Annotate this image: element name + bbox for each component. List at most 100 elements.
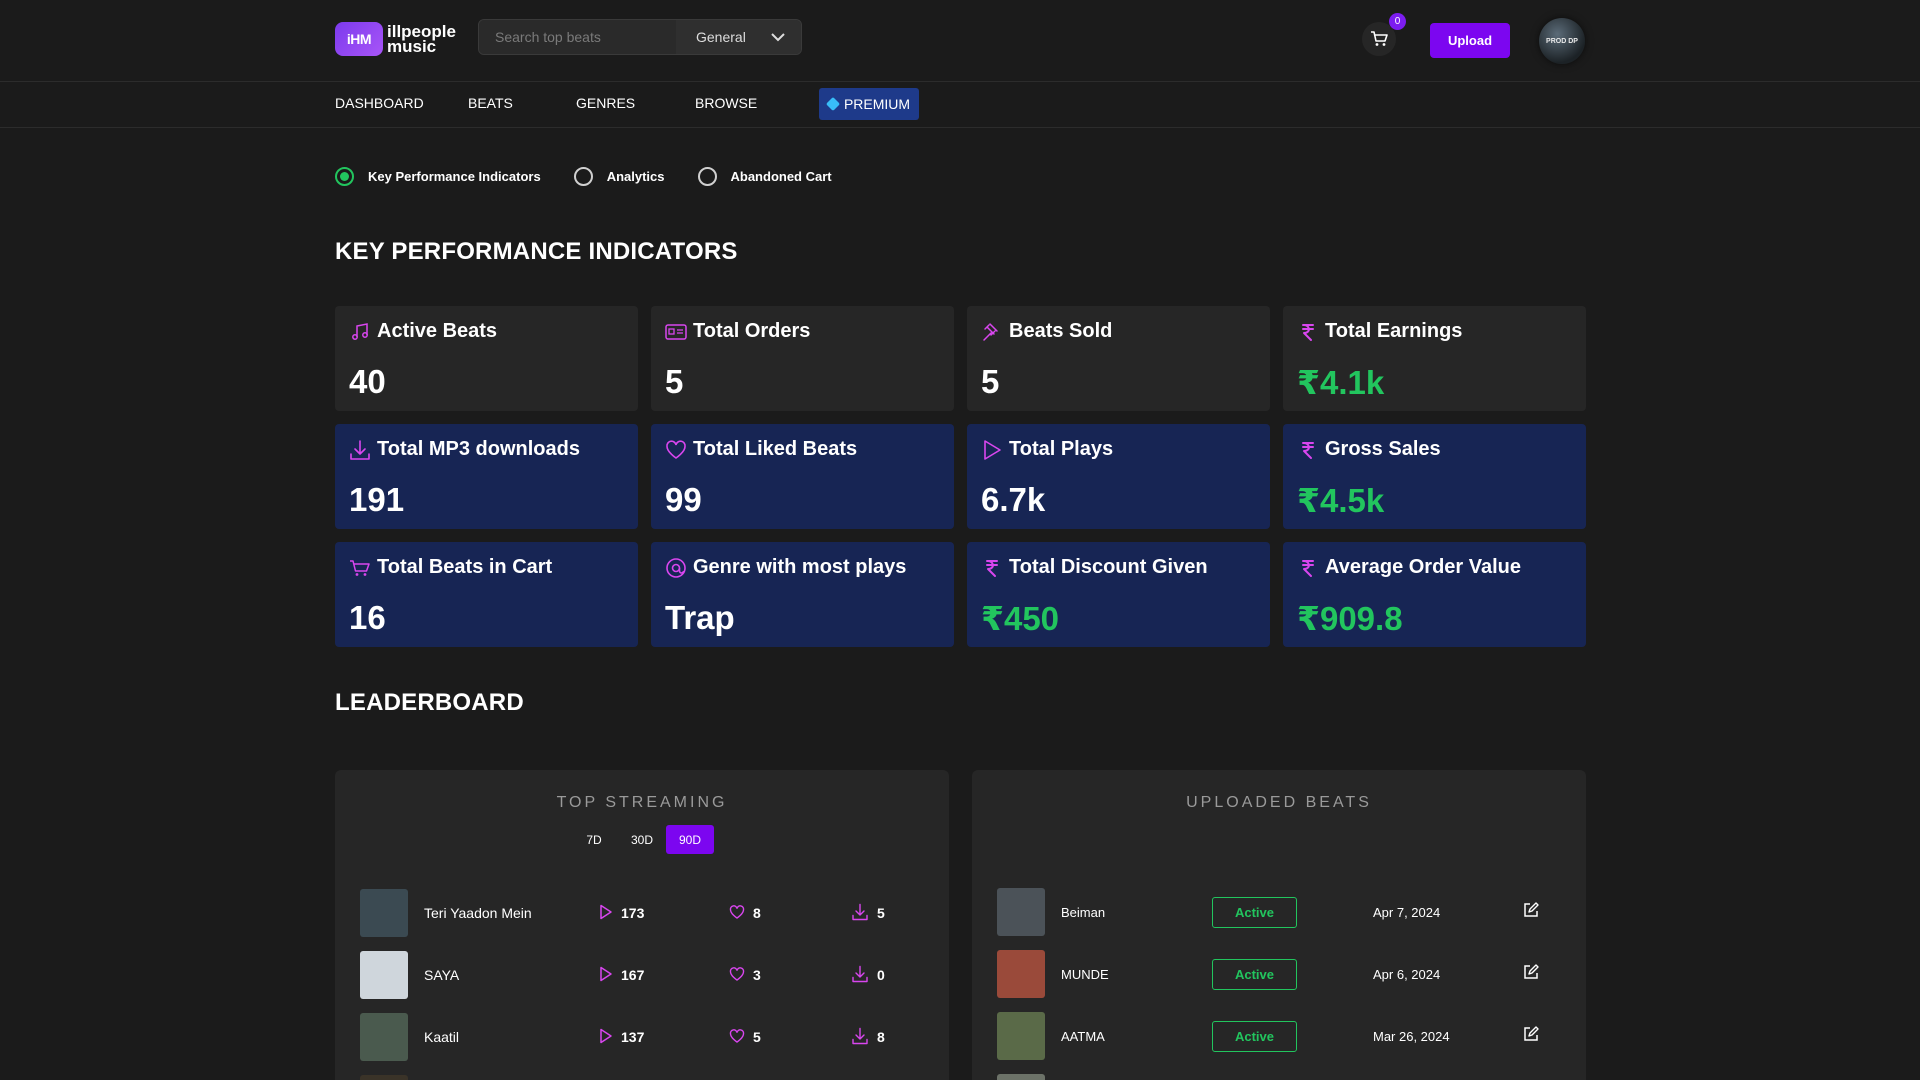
- upload-button[interactable]: Upload: [1430, 23, 1510, 58]
- kpi-value: 16: [349, 599, 386, 636]
- nav-item-genres[interactable]: GENRES: [576, 95, 635, 111]
- kpi-card: Total Liked Beats 99: [651, 424, 954, 529]
- kpi-value: 6.7k: [981, 481, 1046, 518]
- uploaded-beat-row[interactable]: AATMA Active Mar 26, 2024: [997, 1011, 1561, 1061]
- rupee-icon: [1297, 321, 1319, 343]
- nav-item-dashboard[interactable]: DASHBOARD: [335, 95, 424, 111]
- nav-item-beats[interactable]: BEATS: [468, 95, 513, 111]
- genre-dropdown[interactable]: General: [676, 20, 801, 54]
- kpi-card: Average Order Value ₹909.8: [1283, 542, 1586, 647]
- radio-label: Key Performance Indicators: [368, 169, 541, 184]
- status-badge: Active: [1212, 1020, 1297, 1052]
- streaming-row[interactable]: Teri Yaadon Mein 173 8 5: [360, 888, 924, 938]
- range-tab-30d[interactable]: 30D: [618, 825, 666, 854]
- beat-thumbnail: [997, 1012, 1045, 1060]
- heart-icon: [729, 904, 753, 922]
- kpi-header: Total Orders: [665, 320, 940, 343]
- kpi-value: ₹4.1k: [1297, 364, 1385, 401]
- status-badge: Active: [1212, 958, 1297, 990]
- uploaded-beat-row[interactable]: Sarvasva Active Mar 20, 2024: [997, 1073, 1561, 1080]
- kpi-header: Total Beats in Cart: [349, 556, 624, 579]
- range-tab-90d[interactable]: 90D: [666, 825, 714, 854]
- radio-circle: [697, 167, 717, 186]
- streaming-row[interactable]: GAS 125 3 0: [360, 1074, 924, 1080]
- edit-icon[interactable]: [1523, 901, 1539, 923]
- logo-line-2: music: [387, 37, 437, 56]
- kpi-label: Total Liked Beats: [693, 438, 858, 460]
- track-name: Teri Yaadon Mein: [424, 905, 532, 921]
- kpi-label: Beats Sold: [1009, 320, 1113, 342]
- play-count: 137: [599, 1028, 729, 1047]
- radio-abandoned-cart[interactable]: Abandoned Cart: [697, 167, 832, 186]
- kpi-header: Total Plays: [981, 438, 1256, 461]
- kpi-header: Total Discount Given: [981, 556, 1256, 579]
- kpi-value: 5: [665, 363, 684, 400]
- nav-item-browse[interactable]: BROWSE: [695, 95, 757, 111]
- kpi-header: Gross Sales: [1297, 438, 1572, 461]
- view-selector: Key Performance Indicators Analytics Aba…: [335, 167, 865, 186]
- kpi-card: Genre with most plays Trap: [651, 542, 954, 647]
- music-note-icon: [349, 321, 371, 343]
- heart-icon: [729, 966, 753, 984]
- kpi-value: Trap: [665, 599, 735, 636]
- edit-icon[interactable]: [1523, 1025, 1539, 1047]
- radio-analytics[interactable]: Analytics: [573, 167, 665, 186]
- play-icon: [599, 966, 621, 985]
- kpi-label: Total Orders: [693, 320, 811, 342]
- logo[interactable]: iHM illpeople music: [335, 22, 456, 56]
- logo-text: illpeople music: [387, 23, 456, 56]
- kpi-value: 191: [349, 481, 405, 518]
- genre-dropdown-value: General: [696, 29, 746, 45]
- kpi-card: Total MP3 downloads 191: [335, 424, 638, 529]
- download-icon: [851, 1027, 877, 1048]
- track-name: SAYA: [424, 967, 460, 983]
- kpi-value: ₹4.5k: [1297, 482, 1385, 519]
- heart-icon: [729, 1028, 753, 1046]
- kpi-label: Active Beats: [377, 320, 498, 342]
- download-icon: [851, 903, 877, 924]
- cart-count-badge: 0: [1389, 13, 1406, 30]
- kpi-label: Genre with most plays: [693, 556, 907, 578]
- kpi-card: Total Discount Given ₹450: [967, 542, 1270, 647]
- track-name: Kaatil: [424, 1029, 460, 1045]
- edit-icon[interactable]: [1523, 963, 1539, 985]
- kpi-value: 5: [981, 363, 1000, 400]
- download-count: 5: [851, 903, 885, 924]
- range-tab-7d[interactable]: 7D: [570, 825, 618, 854]
- like-count: 5: [729, 1028, 851, 1046]
- chevron-down-icon: [771, 32, 785, 41]
- play-count: 167: [599, 966, 729, 985]
- uploaded-beats-panel: UPLOADED BEATS Beiman Active Apr 7, 2024…: [972, 770, 1586, 1080]
- kpi-value: 99: [665, 481, 702, 518]
- download-icon: [349, 439, 371, 461]
- beat-date: Mar 26, 2024: [1373, 1028, 1450, 1044]
- genre-icon: [665, 557, 687, 579]
- gavel-icon: [981, 321, 1003, 343]
- kpi-card: Total Orders 5: [651, 306, 954, 411]
- streaming-row[interactable]: Kaatil 137 5 8: [360, 1012, 924, 1062]
- cart-icon: [349, 557, 371, 579]
- play-icon: [981, 439, 1003, 461]
- radio-label: Abandoned Cart: [730, 169, 832, 184]
- uploaded-beat-row[interactable]: MUNDE Active Apr 6, 2024: [997, 949, 1561, 999]
- receipt-icon: [665, 321, 687, 343]
- nav-item-premium[interactable]: PREMIUM: [819, 88, 919, 120]
- premium-label: PREMIUM: [843, 96, 911, 112]
- track-thumbnail: [360, 951, 408, 999]
- kpi-label: Total Beats in Cart: [377, 556, 553, 578]
- kpi-header: Total Liked Beats: [665, 438, 940, 461]
- radio-label: Analytics: [606, 169, 665, 184]
- diamond-icon: [825, 96, 841, 112]
- uploaded-beat-row[interactable]: Beiman Active Apr 7, 2024: [997, 887, 1561, 937]
- streaming-row[interactable]: SAYA 167 3 0: [360, 950, 924, 1000]
- search-bar: General: [478, 19, 802, 55]
- kpi-value: 40: [349, 363, 386, 400]
- uploaded-beats-title: UPLOADED BEATS: [1186, 794, 1372, 811]
- radio-kpi[interactable]: Key Performance Indicators: [335, 167, 541, 186]
- beat-name: Beiman: [1061, 904, 1106, 920]
- avatar[interactable]: PROD DP: [1539, 18, 1585, 64]
- search-input[interactable]: [479, 20, 676, 54]
- kpi-label: Total Earnings: [1325, 320, 1463, 342]
- rupee-icon: [981, 557, 1003, 579]
- cart-icon: [1371, 31, 1388, 46]
